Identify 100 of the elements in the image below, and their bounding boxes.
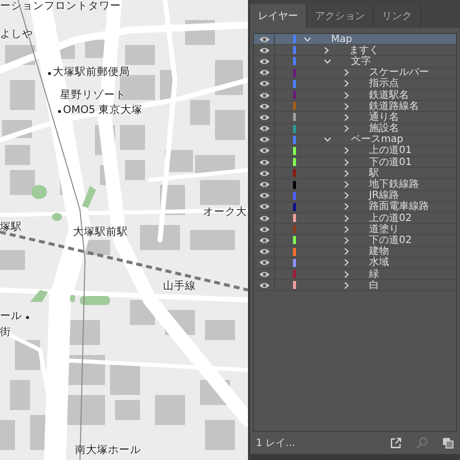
eye-icon[interactable] xyxy=(258,170,270,177)
layer-row[interactable]: 下の道01 xyxy=(254,157,456,168)
layer-count: 1 レイ... xyxy=(256,437,296,450)
layer-row[interactable]: 路面電車線路 xyxy=(254,202,456,213)
layer-row[interactable]: 水域 xyxy=(254,258,456,269)
chevron-right-icon[interactable] xyxy=(344,226,349,233)
chevron-right-icon[interactable] xyxy=(344,214,349,222)
eye-icon[interactable] xyxy=(258,158,270,166)
layer-name: 文字 xyxy=(351,56,371,67)
chevron-right-icon[interactable] xyxy=(344,102,349,110)
chevron-right-icon[interactable] xyxy=(344,248,349,256)
layer-row[interactable]: 緑 xyxy=(254,268,456,280)
layer-row[interactable]: 指示点 xyxy=(254,78,456,90)
layer-row[interactable]: スケールバー xyxy=(254,68,456,79)
place-label: OMO5 東京大塚 xyxy=(63,104,143,117)
eye-icon[interactable] xyxy=(258,181,270,188)
place-label: 塚駅 xyxy=(0,221,22,234)
eye-icon[interactable] xyxy=(258,69,270,76)
layer-name: 上の道02 xyxy=(369,212,412,224)
eye-icon[interactable] xyxy=(258,282,270,289)
layer-row[interactable]: 地下鉄線路 xyxy=(254,179,456,191)
chevron-right-icon[interactable] xyxy=(344,181,349,188)
chevron-right-icon[interactable] xyxy=(344,114,349,121)
layer-row[interactable]: Map xyxy=(254,34,456,46)
layer-row[interactable]: JR線路 xyxy=(254,190,456,202)
layer-name: 道塗り xyxy=(369,224,399,235)
layer-row[interactable]: 施設名 xyxy=(254,124,456,135)
eye-icon[interactable] xyxy=(258,114,270,121)
layers-icon[interactable] xyxy=(442,437,454,449)
layer-row[interactable]: 建物 xyxy=(254,246,456,258)
eye-icon[interactable] xyxy=(258,147,270,154)
layer-row[interactable]: ますく xyxy=(254,45,456,56)
eye-icon[interactable] xyxy=(258,36,270,43)
chevron-right-icon[interactable] xyxy=(344,92,349,99)
eye-icon[interactable] xyxy=(258,80,270,88)
layer-row[interactable]: 道塗り xyxy=(254,224,456,236)
chevron-down-icon[interactable] xyxy=(324,58,331,64)
layer-name: ますく xyxy=(349,44,379,56)
eye-icon[interactable] xyxy=(258,92,270,99)
place-label: ーションフロントタワー xyxy=(0,0,121,13)
eye-icon[interactable] xyxy=(258,214,270,222)
chevron-right-icon[interactable] xyxy=(344,270,349,278)
layer-row[interactable]: 上の道02 xyxy=(254,213,456,224)
eye-icon[interactable] xyxy=(258,46,270,54)
layer-row[interactable]: 白 xyxy=(254,280,456,292)
layer-name: 路面電車線路 xyxy=(369,201,429,212)
eye-icon[interactable] xyxy=(258,270,270,278)
place-label: よしや xyxy=(0,28,33,41)
place-label: 南大塚ホール xyxy=(75,444,141,457)
place-label: 街 xyxy=(0,326,11,339)
layer-row[interactable]: 通り名 xyxy=(254,112,456,124)
panel-tab[interactable]: レイヤー xyxy=(250,4,307,28)
layer-name: 下の道02 xyxy=(369,234,412,246)
point-marker-icon xyxy=(26,316,29,319)
chevron-right-icon[interactable] xyxy=(344,170,349,177)
chevron-right-icon[interactable] xyxy=(324,46,329,54)
chevron-right-icon[interactable] xyxy=(344,282,349,289)
export-icon[interactable] xyxy=(390,437,402,449)
layer-name: ベースmap xyxy=(351,134,404,146)
layer-row[interactable]: 文字 xyxy=(254,56,456,68)
chevron-right-icon[interactable] xyxy=(344,203,349,210)
chevron-right-icon[interactable] xyxy=(344,69,349,76)
eye-icon[interactable] xyxy=(258,192,270,200)
eye-icon[interactable] xyxy=(258,136,270,144)
chevron-right-icon[interactable] xyxy=(344,80,349,88)
place-label: ール xyxy=(0,310,22,323)
layer-row[interactable]: ベースmap xyxy=(254,134,456,146)
place-label: 大塚駅前郵便局 xyxy=(53,66,130,79)
layer-name: 地下鉄線路 xyxy=(369,179,419,190)
chevron-down-icon[interactable] xyxy=(324,137,331,142)
chevron-right-icon[interactable] xyxy=(344,125,349,132)
place-label: オーク大 xyxy=(203,206,247,219)
place-label: 山手線 xyxy=(163,280,196,293)
layer-name: 指示点 xyxy=(369,78,399,90)
layer-name: 緑 xyxy=(369,268,379,280)
eye-icon[interactable] xyxy=(258,125,270,132)
layer-row[interactable]: 下の道02 xyxy=(254,235,456,247)
eye-icon[interactable] xyxy=(258,203,270,210)
eye-icon[interactable] xyxy=(258,58,270,65)
chevron-right-icon[interactable] xyxy=(344,158,349,166)
layer-row[interactable]: 駅 xyxy=(254,168,456,180)
eye-icon[interactable] xyxy=(258,248,270,256)
layer-name: 施設名 xyxy=(369,123,399,134)
chevron-down-icon[interactable] xyxy=(304,36,311,42)
chevron-right-icon[interactable] xyxy=(344,192,349,200)
layer-row[interactable]: 鉄道駅名 xyxy=(254,90,456,102)
layer-row[interactable]: 上の道01 xyxy=(254,146,456,158)
chevron-right-icon[interactable] xyxy=(344,236,349,244)
eye-icon[interactable] xyxy=(258,236,270,244)
layer-name: 駅 xyxy=(369,168,379,179)
place-label: 大塚駅前駅 xyxy=(73,226,128,239)
layer-name: 通り名 xyxy=(369,112,399,123)
layer-name: スケールバー xyxy=(369,67,429,78)
chevron-right-icon[interactable] xyxy=(344,259,349,266)
eye-icon[interactable] xyxy=(258,226,270,233)
layer-row[interactable]: 鉄道路線名 xyxy=(254,101,456,112)
layer-name: 白 xyxy=(369,280,379,291)
chevron-right-icon[interactable] xyxy=(344,147,349,154)
eye-icon[interactable] xyxy=(258,102,270,110)
eye-icon[interactable] xyxy=(258,259,270,266)
